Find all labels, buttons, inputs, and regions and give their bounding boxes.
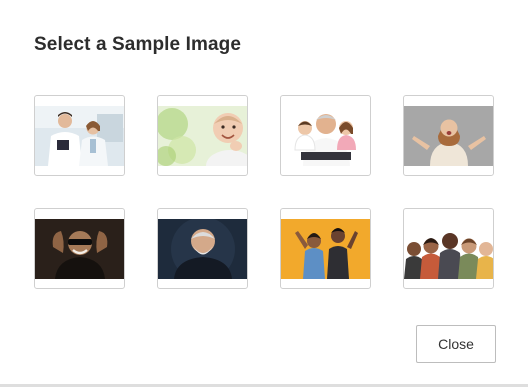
sample-image-group-of-friends[interactable] (403, 208, 494, 289)
sample-image-elderly-bearded-man[interactable] (157, 208, 248, 289)
sample-image-man-with-sunglasses[interactable] (34, 208, 125, 289)
sample-image-doctor-and-patient[interactable] (34, 95, 125, 176)
sample-image-grandfather-with-children[interactable] (280, 95, 371, 176)
close-button[interactable]: Close (416, 325, 496, 363)
sample-image-smiling-baby[interactable] (157, 95, 248, 176)
sample-image-couple-on-orange[interactable] (280, 208, 371, 289)
sample-image-grid (0, 0, 528, 300)
sample-image-surprised-woman[interactable] (403, 95, 494, 176)
